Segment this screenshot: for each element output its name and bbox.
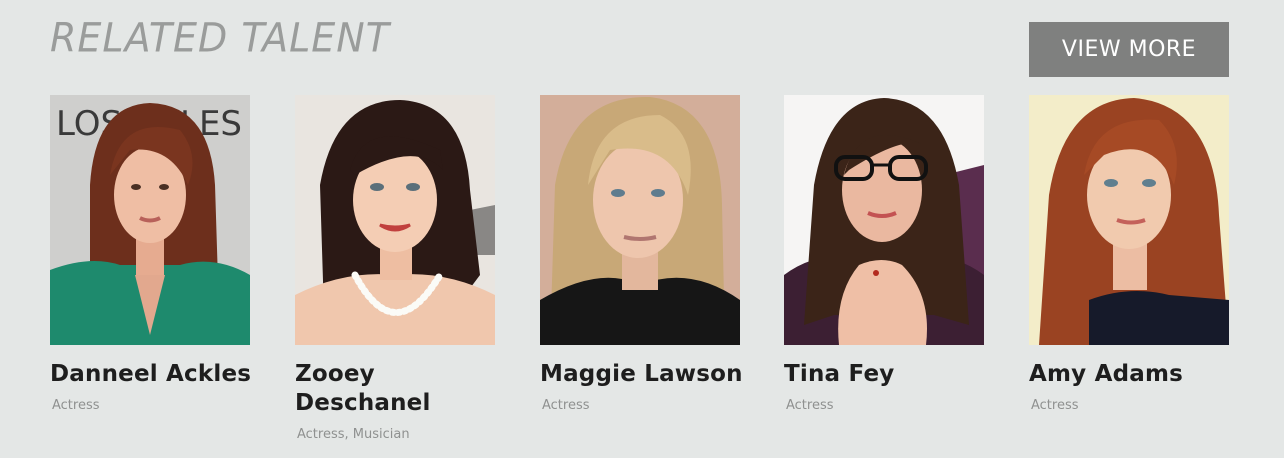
talent-card: Zooey Deschanel Actress, Musician — [295, 95, 500, 442]
talent-role: Actress, Musician — [297, 427, 410, 442]
talent-name[interactable]: Amy Adams — [1029, 360, 1234, 389]
view-more-button[interactable]: VIEW MORE — [1029, 22, 1229, 77]
talent-role: Actress — [786, 398, 834, 413]
talent-card: Maggie Lawson Actress — [540, 95, 745, 413]
portrait-photo-icon — [1029, 95, 1229, 345]
talent-card: Tina Fey Actress — [784, 95, 989, 413]
talent-name[interactable]: Maggie Lawson — [540, 360, 745, 389]
talent-photo[interactable] — [1029, 95, 1229, 345]
section-title: RELATED TALENT — [50, 14, 390, 62]
talent-role: Actress — [1031, 398, 1079, 413]
portrait-photo-icon — [784, 95, 984, 345]
portrait-photo-icon: LOS LES — [50, 95, 250, 345]
talent-photo[interactable] — [784, 95, 984, 345]
talent-photo[interactable] — [540, 95, 740, 345]
talent-role: Actress — [52, 398, 100, 413]
talent-name[interactable]: Danneel Ackles — [50, 360, 255, 389]
portrait-photo-icon — [540, 95, 740, 345]
talent-name[interactable]: Tina Fey — [784, 360, 989, 389]
talent-card: Amy Adams Actress — [1029, 95, 1234, 413]
talent-card: LOS LES Danneel Ackles Actress — [50, 95, 255, 413]
portrait-photo-icon — [295, 95, 495, 345]
talent-photo[interactable]: LOS LES — [50, 95, 250, 345]
talent-name[interactable]: Zooey Deschanel — [295, 360, 455, 418]
talent-role: Actress — [542, 398, 590, 413]
talent-photo[interactable] — [295, 95, 495, 345]
